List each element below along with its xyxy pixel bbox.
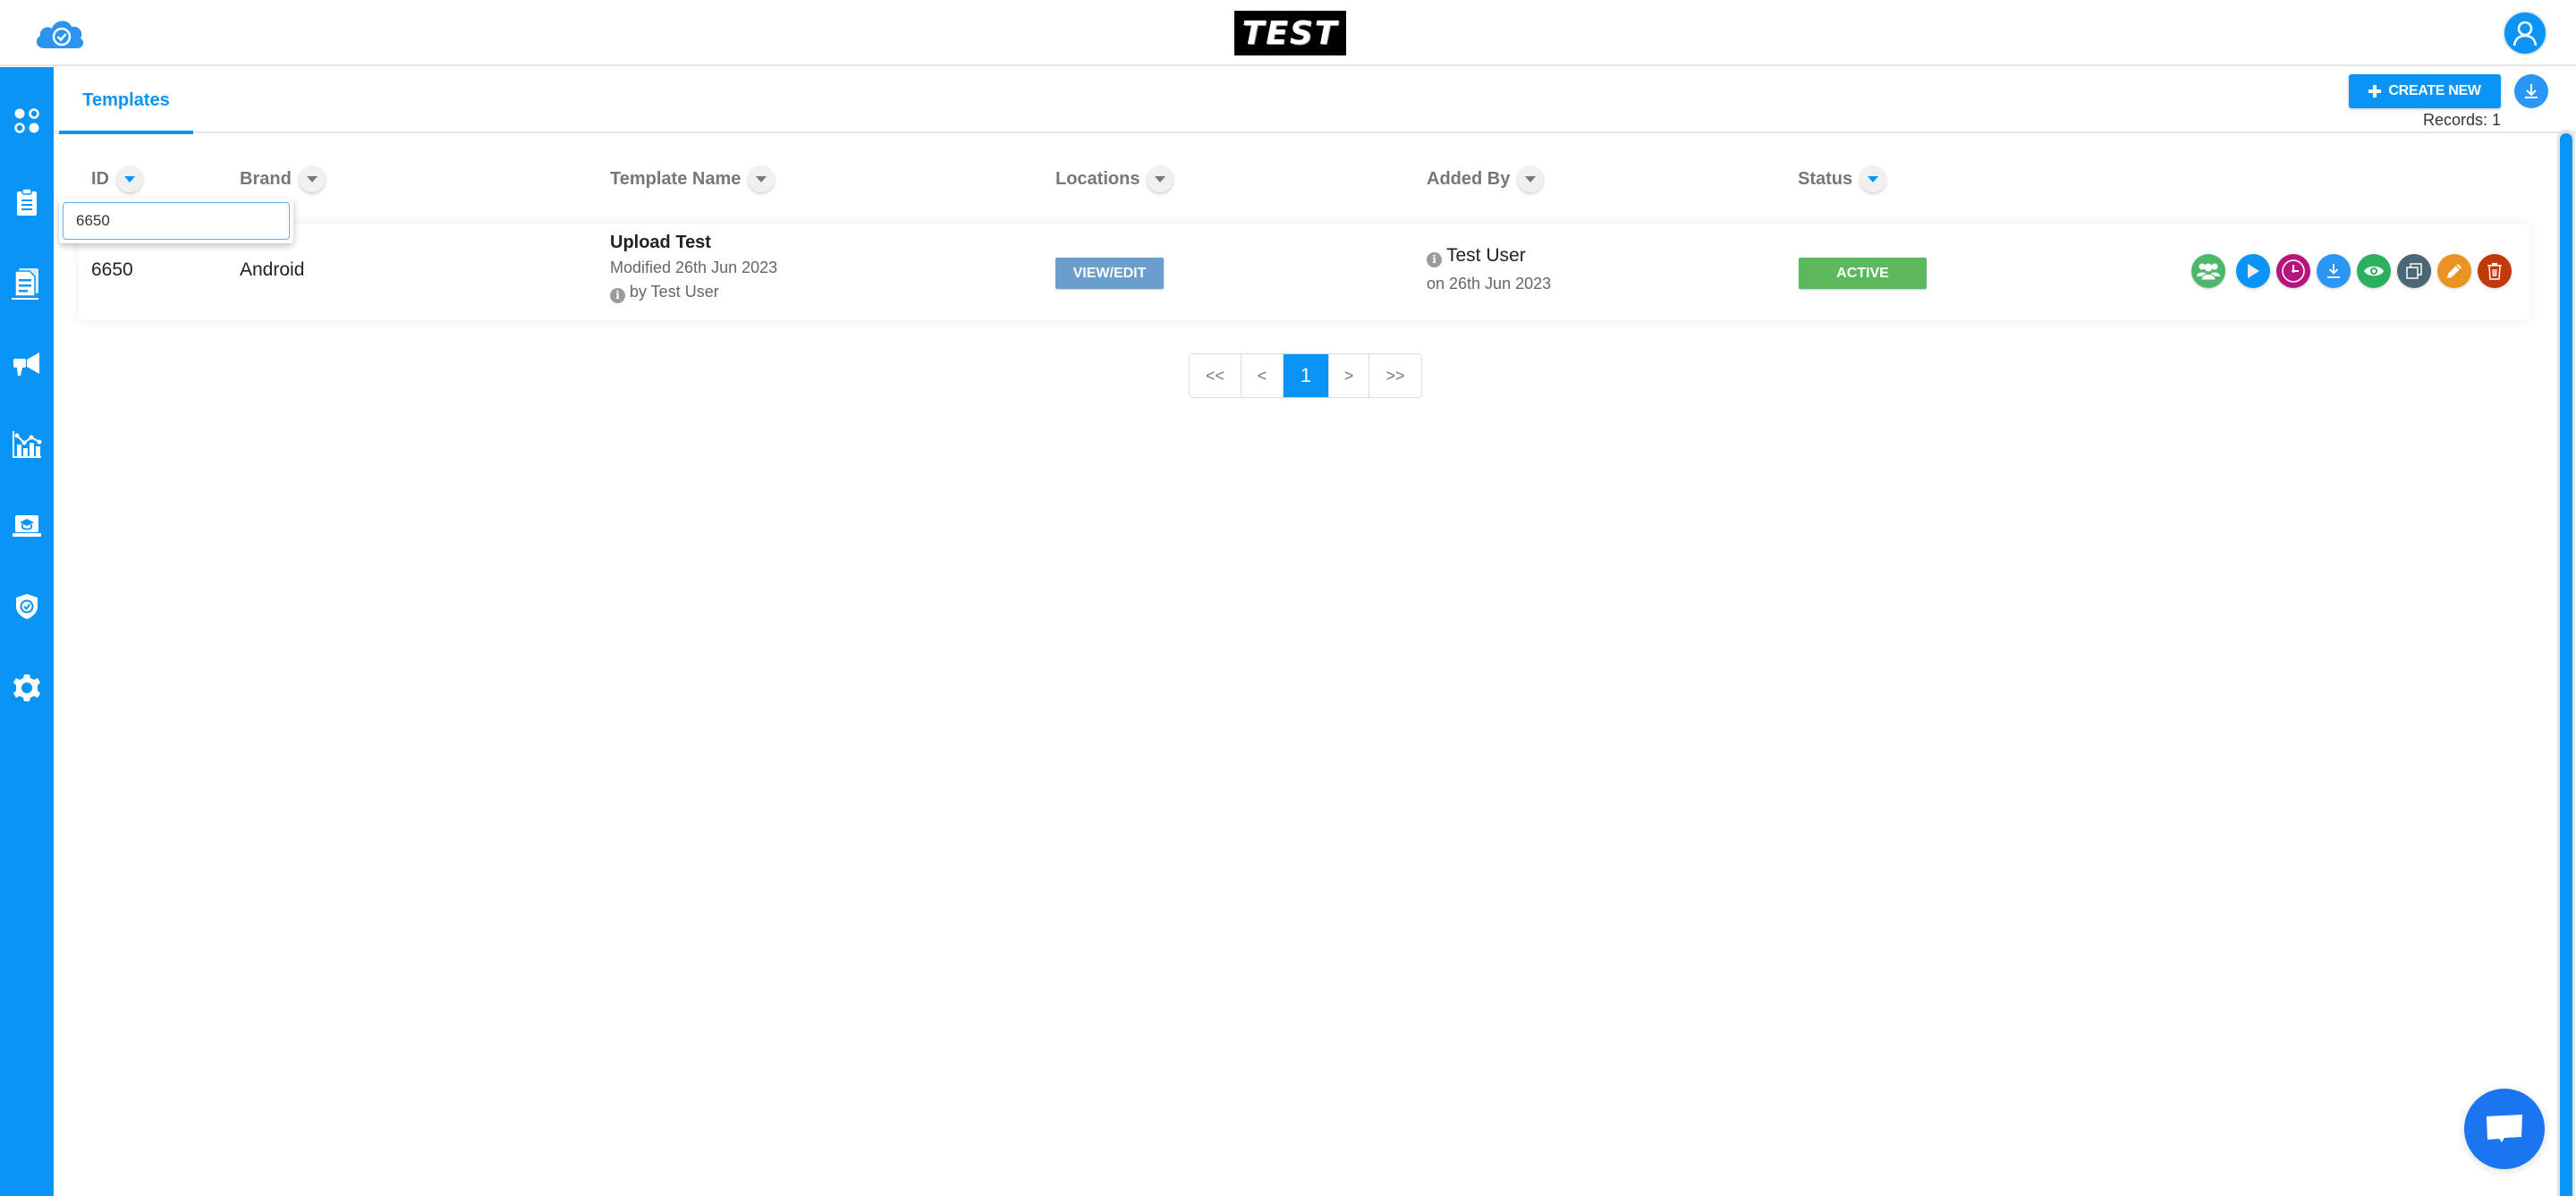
sidebar-item-templates[interactable]	[0, 256, 54, 310]
assign-groups-button[interactable]	[2191, 254, 2225, 288]
column-label: Template Name	[610, 168, 741, 189]
chat-button[interactable]	[2464, 1089, 2545, 1169]
caret-down-icon	[1525, 175, 1537, 182]
trash-icon	[2487, 263, 2502, 280]
filter-sort-button[interactable]	[1147, 165, 1174, 192]
table-row: 6650 Android Upload Test Modified 26th J…	[79, 224, 2529, 320]
preview-button[interactable]	[2357, 254, 2391, 288]
column-label: Added By	[1427, 168, 1511, 189]
pagination-page-current[interactable]: 1	[1284, 354, 1328, 397]
user-icon	[2512, 21, 2538, 47]
pencil-icon	[2447, 264, 2462, 278]
shield-check-icon	[16, 594, 38, 619]
column-header-id: ID	[91, 165, 143, 193]
sidebar-item-training[interactable]	[0, 499, 54, 553]
gear-icon	[13, 674, 40, 701]
template-modified: Modified 26th Jun 2023	[610, 259, 778, 276]
cloud-check-icon[interactable]	[32, 16, 86, 50]
filter-sort-button[interactable]	[748, 165, 775, 192]
plus-icon	[2368, 85, 2382, 98]
pagination-next[interactable]: >	[1328, 354, 1369, 397]
caret-down-icon	[1868, 175, 1879, 182]
template-name[interactable]: Upload Test	[610, 233, 777, 253]
row-brand: Android	[240, 259, 305, 280]
pagination-prev[interactable]: <	[1241, 354, 1284, 397]
eye-icon	[2364, 266, 2384, 276]
caret-down-icon	[306, 175, 318, 182]
records-count: Records: 1	[2422, 111, 2501, 129]
users-group-icon	[2197, 263, 2220, 281]
info-icon: i	[610, 287, 625, 303]
sidebar-item-campaigns[interactable]	[0, 337, 54, 391]
filter-sort-button[interactable]	[298, 165, 326, 192]
create-new-label: CREATE NEW	[2388, 83, 2481, 98]
sidebar-item-security[interactable]	[0, 580, 54, 633]
added-on-date: on 26th Jun 2023	[1427, 274, 1552, 293]
schedule-button[interactable]	[2276, 254, 2310, 288]
column-header-added-by: Added By	[1427, 165, 1545, 193]
download-button[interactable]	[2317, 254, 2351, 288]
row-actions	[2191, 254, 2512, 288]
column-label: ID	[91, 168, 109, 189]
sidebar-item-clipboard[interactable]	[0, 175, 54, 229]
download-icon	[2525, 84, 2538, 98]
row-template-name: Upload Test Modified 26th Jun 2023 i by T…	[610, 233, 777, 303]
top-bar: TEST	[0, 0, 2576, 66]
sidebar	[0, 67, 54, 1196]
column-label: Brand	[240, 168, 292, 189]
apps-dots-icon	[14, 108, 39, 133]
sidebar-item-analytics[interactable]	[0, 418, 54, 471]
brand-logo: TEST	[1234, 11, 1346, 55]
added-by-user: Test User	[1446, 245, 1526, 266]
view-edit-locations-button[interactable]: VIEW/EDIT	[1055, 258, 1164, 289]
column-header-locations: Locations	[1055, 165, 1174, 193]
tab-bar: Templates	[54, 67, 2576, 134]
column-label: Status	[1798, 168, 1853, 189]
pagination-last[interactable]: >>	[1369, 354, 1421, 397]
scrollbar-thumb[interactable]	[2560, 133, 2572, 1196]
id-filter-input[interactable]	[63, 202, 290, 240]
caret-down-icon	[124, 175, 135, 182]
download-icon	[2327, 264, 2340, 278]
pagination: << < 1 > >>	[1189, 353, 1422, 398]
delete-button[interactable]	[2478, 254, 2512, 288]
filter-sort-button[interactable]	[1860, 165, 1887, 192]
download-all-button[interactable]	[2514, 74, 2548, 108]
row-id: 6650	[91, 259, 133, 280]
filter-sort-button[interactable]	[1517, 165, 1545, 192]
documents-icon	[12, 268, 38, 300]
bar-line-chart-icon	[13, 431, 42, 458]
copy-icon	[2406, 263, 2422, 279]
sidebar-item-dashboard[interactable]	[0, 94, 54, 148]
column-label: Locations	[1055, 168, 1140, 189]
tab-templates[interactable]: Templates	[59, 67, 193, 134]
sidebar-item-settings[interactable]	[0, 661, 54, 715]
edit-button[interactable]	[2437, 254, 2471, 288]
user-avatar[interactable]	[2503, 11, 2547, 55]
caret-down-icon	[1155, 175, 1166, 182]
column-header-status: Status	[1798, 165, 1887, 193]
row-added-by: i Test User on 26th Jun 2023	[1427, 245, 1551, 293]
launch-button[interactable]	[2236, 254, 2270, 288]
vertical-scrollbar[interactable]	[2557, 130, 2575, 1196]
column-header-template-name: Template Name	[610, 165, 775, 193]
info-icon: i	[1427, 251, 1442, 267]
filter-sort-button[interactable]	[116, 165, 143, 192]
chat-bubble-icon	[2487, 1115, 2522, 1142]
column-header-brand: Brand	[240, 165, 326, 193]
megaphone-icon	[13, 352, 39, 376]
clock-icon	[2282, 259, 2305, 283]
id-filter-popover	[59, 199, 293, 243]
duplicate-button[interactable]	[2397, 254, 2431, 288]
status-badge: ACTIVE	[1799, 258, 1927, 289]
clipboard-icon	[17, 188, 37, 216]
template-modified-by: by Test User	[630, 283, 719, 301]
play-icon	[2248, 264, 2259, 278]
laptop-graduation-icon	[13, 515, 41, 537]
caret-down-icon	[756, 175, 767, 182]
create-new-button[interactable]: CREATE NEW	[2349, 74, 2501, 108]
pagination-first[interactable]: <<	[1190, 354, 1241, 397]
